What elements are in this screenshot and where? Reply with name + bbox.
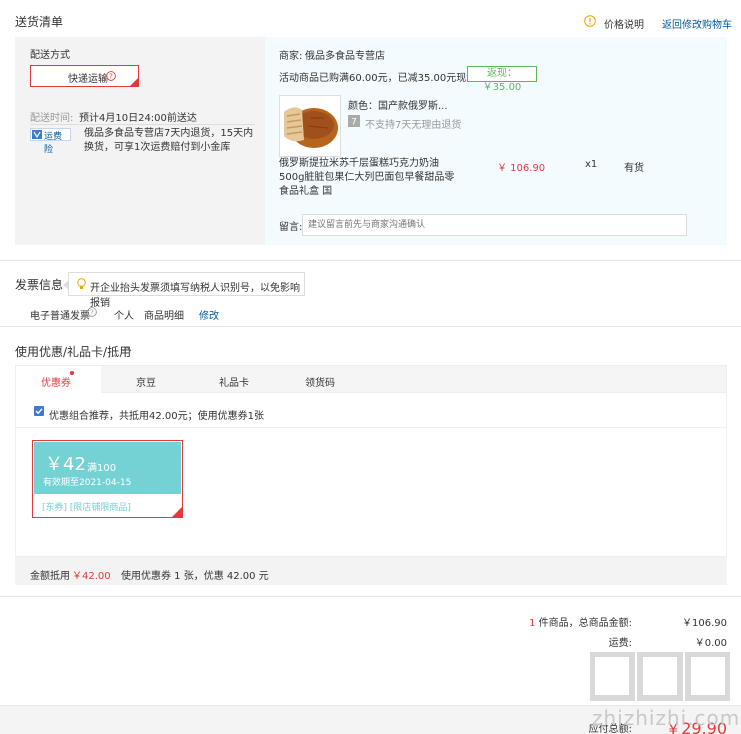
svg-text:?: ? <box>90 309 94 317</box>
promo-badge: 返现：￥35.00 <box>467 66 537 93</box>
coupon-expire: 有效期至2021-04-15 <box>43 478 132 488</box>
info-icon <box>584 15 596 27</box>
goods-total-label: 1 件商品，总商品金额: <box>529 614 632 629</box>
method-label: 配送方式 <box>30 50 70 61</box>
invoice-question-icon[interactable]: ? <box>87 307 97 317</box>
coupon-condition: 满100 <box>87 463 117 474</box>
summary-detail: 使用优惠券 1 张，优惠 42.00 元 <box>121 571 269 582</box>
product-price: ￥ 106.90 <box>497 163 546 174</box>
express-label: 快递运输 <box>68 74 108 85</box>
goods-count: 1 <box>529 618 536 629</box>
coupon-tabs <box>15 365 727 393</box>
watermark-text: zhizhizhi.com <box>592 706 741 730</box>
coupon-title[interactable]: 使用优惠/礼品卡/抵用 <box>15 343 131 360</box>
new-dot <box>70 371 74 375</box>
product-title[interactable]: 俄罗斯提拉米苏千层蛋糕巧克力奶油500g脏脏包果仁大列巴面包早餐甜品零食品礼盒 … <box>279 157 456 199</box>
shipping-label: 运费: <box>608 638 632 649</box>
product-stock: 有货 <box>624 163 644 174</box>
invoice-edit-link[interactable]: 修改 <box>199 307 219 322</box>
no-return-text: 不支持7天无理由退货 <box>365 120 462 131</box>
recommend-text: 优惠组合推荐，共抵用42.00元；使用优惠券1张 <box>49 411 264 422</box>
insurance-text: 俄品多食品专营店7天内退货，15天内换货，可享1次运费赔付到小金库 <box>84 128 254 153</box>
coupon-amount: ￥42 <box>45 454 86 475</box>
time-value: 预计4月10日24:00前送达 <box>79 113 197 124</box>
tab-gift-card[interactable]: 礼品卡 <box>219 374 249 389</box>
invoice-tip: 开企业抬头发票须填写纳税人识别号，以免影响报销 <box>63 272 305 309</box>
invoice-type: 电子普通发票 <box>30 311 90 322</box>
remark-label: 留言: <box>279 222 303 233</box>
question-icon[interactable]: ? <box>106 71 116 81</box>
back-to-cart-link[interactable]: 返回修改购物车 <box>662 16 732 31</box>
no-return-icon: 7 <box>348 115 360 127</box>
coupon-tags: [东券] [限店铺限商品] <box>42 503 131 513</box>
watermark-logo <box>590 652 730 702</box>
delivery-title: 送货清单 <box>15 15 64 29</box>
bulb-icon <box>77 278 86 290</box>
remark-input[interactable] <box>302 214 687 236</box>
product-qty: x1 <box>585 159 598 170</box>
recommend-checkbox[interactable] <box>34 406 44 416</box>
invoice-detail: 商品明细 <box>144 311 184 322</box>
goods-total-value: ￥106.90 <box>682 618 727 629</box>
selected-corner <box>172 507 182 517</box>
time-label: 配送时间: <box>30 113 74 124</box>
chevron-up-icon[interactable] <box>122 345 132 353</box>
promo-text: 活动商品已购满60.00元，已减35.00元现金 <box>279 73 477 84</box>
svg-text:?: ? <box>109 73 113 81</box>
insurance-badge: 运费险 <box>30 128 71 155</box>
product-color: 颜色：国产款俄罗斯... <box>348 101 448 112</box>
shield-icon <box>32 130 42 139</box>
tab-redeem-code[interactable]: 领货码 <box>305 374 335 389</box>
product-image[interactable] <box>279 95 341 157</box>
tab-coupon-label: 优惠券 <box>41 378 71 389</box>
express-option[interactable]: 快递运输 ? <box>30 65 139 87</box>
goods-label: 件商品，总商品金额: <box>538 618 632 629</box>
summary-label: 金额抵用 <box>30 571 70 582</box>
invoice-title: 发票信息 <box>15 278 64 292</box>
summary-value: ￥42.00 <box>72 571 111 582</box>
tab-beans[interactable]: 京豆 <box>136 374 156 389</box>
invoice-tip-text: 开企业抬头发票须填写纳税人识别号，以免影响报销 <box>90 283 300 309</box>
shipping-value: ￥0.00 <box>694 638 727 649</box>
shop-label: 商家: <box>279 51 303 62</box>
price-help-link[interactable]: 价格说明 <box>604 16 644 31</box>
shop-name[interactable]: 俄品多食品专营店 <box>305 47 385 62</box>
selected-corner <box>130 78 138 86</box>
insurance-label: 运费险 <box>44 132 63 155</box>
tip-arrow <box>63 280 69 290</box>
svg-text:7: 7 <box>351 118 357 128</box>
coupon-card[interactable]: ￥42 满100 有效期至2021-04-15 [东券] [限店铺限商品] <box>32 440 183 518</box>
tab-coupon[interactable]: 优惠券 <box>16 366 101 394</box>
invoice-person: 个人 <box>114 311 134 322</box>
